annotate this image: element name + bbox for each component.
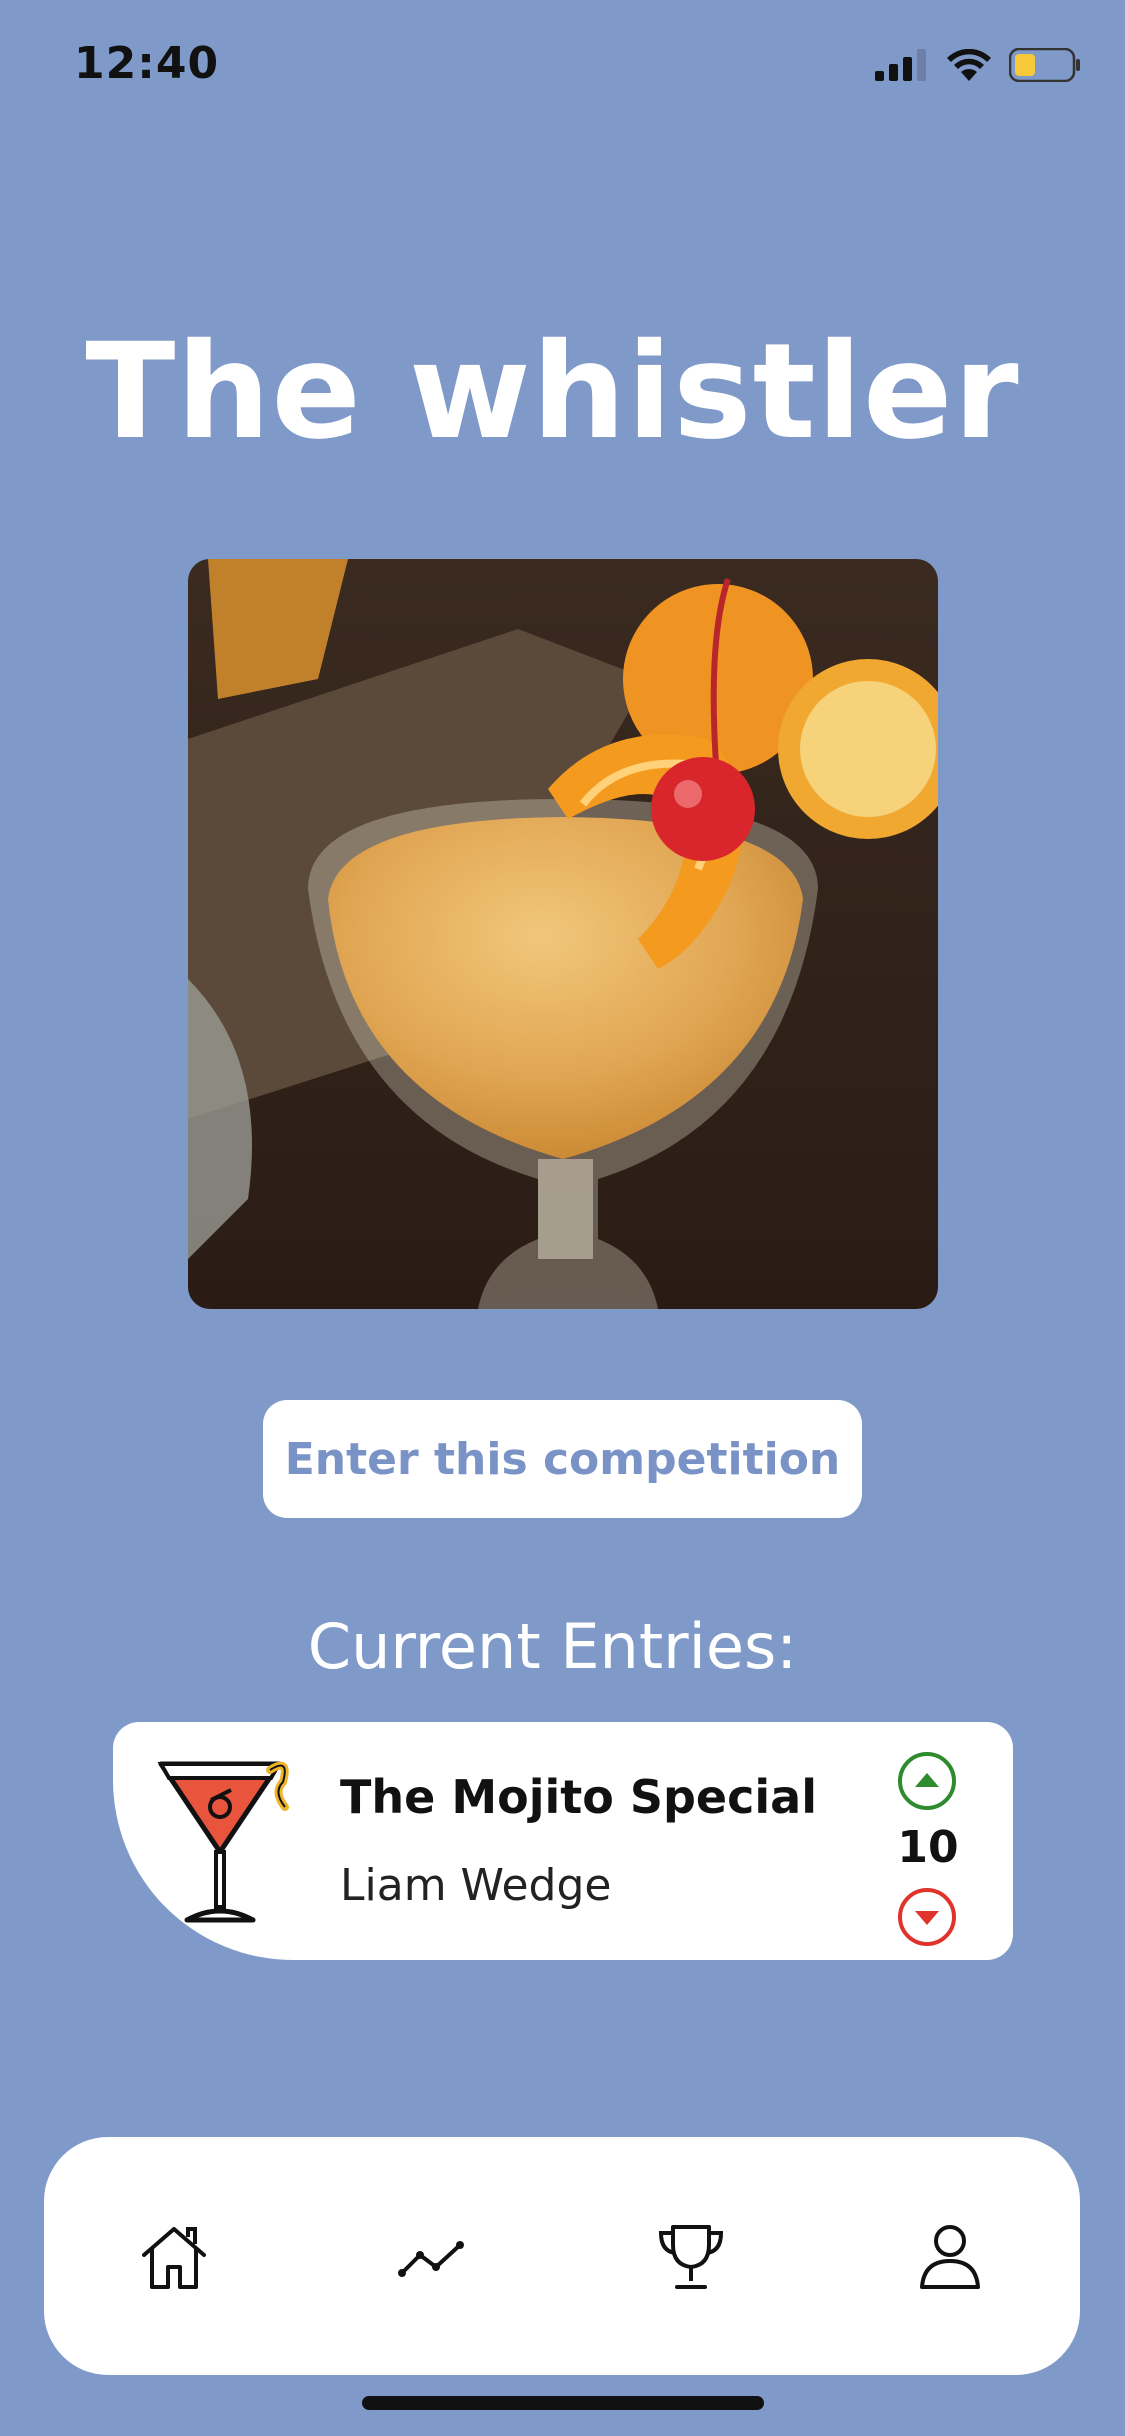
vote-count: 10 [897, 1822, 959, 1873]
status-time: 12:40 [74, 38, 220, 89]
profile-icon [920, 2225, 980, 2289]
enter-competition-button[interactable]: Enter this competition [263, 1400, 862, 1518]
tab-profile[interactable] [905, 2212, 995, 2302]
tab-stats[interactable] [387, 2212, 477, 2302]
home-icon [142, 2227, 206, 2289]
competition-photo [188, 559, 938, 1309]
tab-home[interactable] [129, 2212, 219, 2302]
wifi-icon [947, 49, 991, 81]
battery-icon [1009, 48, 1080, 82]
tab-trophy[interactable] [646, 2212, 736, 2302]
status-bar: 12:40 [0, 0, 1125, 140]
stats-icon [398, 2241, 464, 2277]
status-icons [875, 48, 1081, 82]
entry-author: Liam Wedge [340, 1860, 612, 1911]
page-title: The whistler [85, 315, 1020, 469]
signal-icon [875, 49, 926, 81]
entry-name: The Mojito Special [340, 1770, 817, 1824]
trophy-icon [658, 2225, 724, 2289]
cocktail-glass-icon [157, 1761, 289, 1923]
entry-card[interactable]: The Mojito Special Liam Wedge 10 [113, 1722, 1013, 1960]
home-indicator [362, 2396, 764, 2410]
entries-heading: Current Entries: [307, 1610, 798, 1683]
upvote-icon[interactable] [896, 1750, 958, 1812]
downvote-icon[interactable] [896, 1886, 958, 1948]
tab-bar [44, 2137, 1080, 2375]
